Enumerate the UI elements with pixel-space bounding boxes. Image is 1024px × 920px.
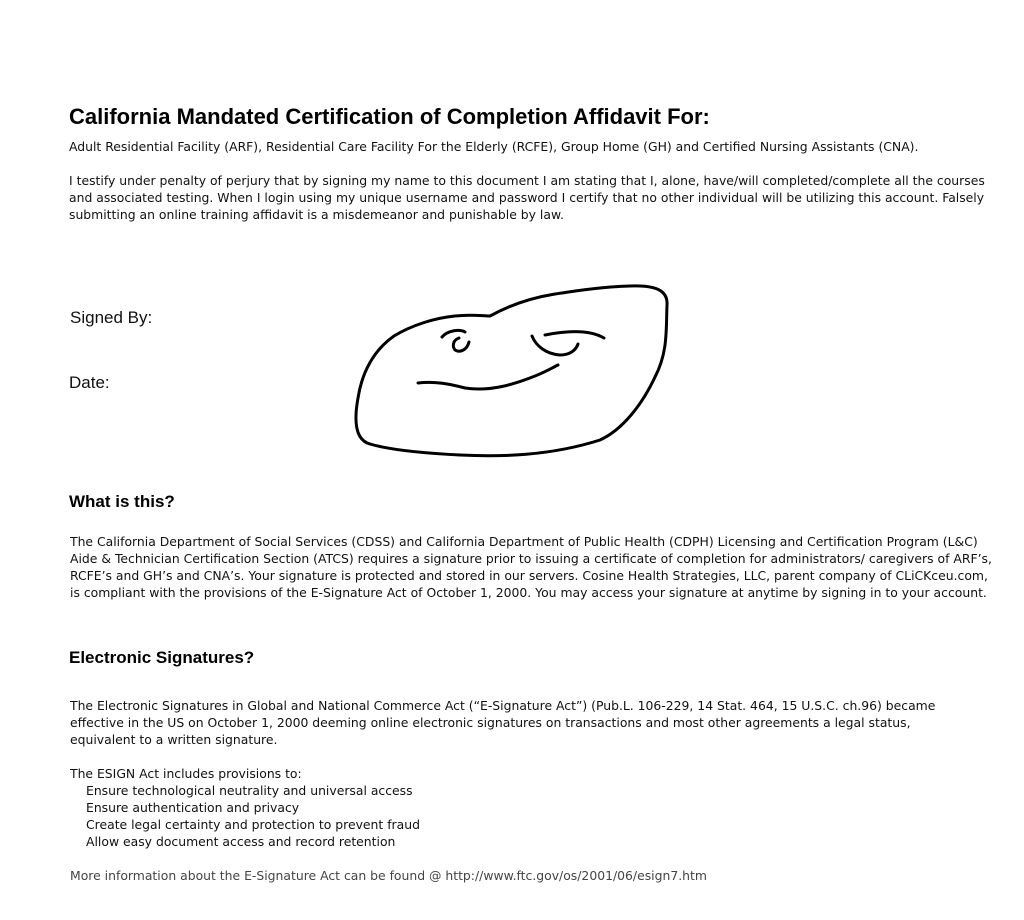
affidavit-document: California Mandated Certification of Com…: [0, 0, 1024, 920]
signature-outline-stroke: [354, 284, 669, 458]
signature-right-eye-stroke: [530, 334, 580, 357]
what-is-this-heading: What is this?: [69, 492, 175, 511]
signed-by-label: Signed By:: [70, 308, 153, 327]
facility-types-subtitle: Adult Residential Facility (ARF), Reside…: [69, 139, 919, 154]
page-title: California Mandated Certification of Com…: [69, 104, 710, 129]
electronic-signatures-heading: Electronic Signatures?: [69, 648, 255, 667]
more-info-text: More information about the E-Signature A…: [70, 868, 707, 883]
list-item: Ensure authentication and privacy: [86, 800, 300, 815]
list-item: Allow easy document access and record re…: [86, 834, 396, 849]
attestation-statement: I testify under penalty of perjury that …: [69, 173, 985, 222]
signature-brow-stroke: [543, 330, 606, 340]
provisions-list: Ensure technological neutrality and univ…: [86, 782, 420, 850]
signature-left-eye-stroke: [440, 328, 471, 353]
signature-mouth-stroke: [416, 363, 560, 391]
provisions-intro: The ESIGN Act includes provisions to:: [70, 766, 302, 781]
date-label: Date:: [69, 373, 110, 392]
list-item: Ensure technological neutrality and univ…: [86, 783, 413, 798]
esign-act-description: The Electronic Signatures in Global and …: [70, 698, 936, 747]
what-is-this-text: The California Department of Social Serv…: [70, 534, 992, 600]
list-item: Create legal certainty and protection to…: [86, 817, 420, 832]
handwritten-signature: [354, 284, 669, 458]
